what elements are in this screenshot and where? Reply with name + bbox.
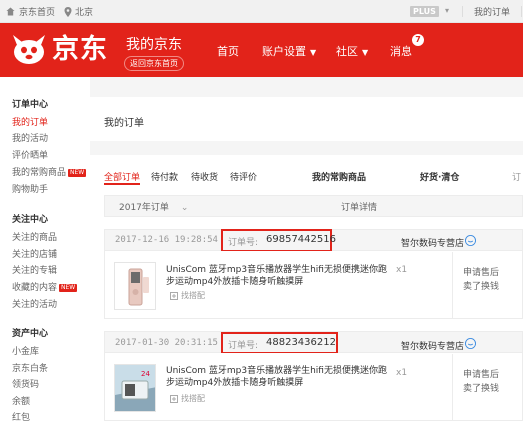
sell-for-cash-link[interactable]: 卖了换钱: [463, 279, 499, 292]
divider: [462, 6, 463, 17]
sidebar-item-shopping-assistant[interactable]: 购物助手: [12, 182, 48, 195]
chevron-down-icon[interactable]: ▾: [445, 6, 449, 15]
order-number-label: 订单号:: [228, 341, 259, 351]
find-match-link[interactable]: 找搭配: [170, 393, 205, 404]
shop-name[interactable]: 智尔数码专营店: [401, 236, 464, 249]
tab-pending-payment[interactable]: 待付款: [151, 170, 178, 183]
sell-for-cash-link[interactable]: 卖了换钱: [463, 381, 499, 394]
chevron-down-icon: ⌄: [180, 203, 189, 213]
quantity: x1: [396, 265, 408, 275]
active-tab-indicator: [104, 183, 140, 185]
mp3-player-image: 24: [115, 365, 155, 411]
nav-home[interactable]: 首页: [217, 43, 239, 59]
location-label: 北京: [75, 8, 94, 18]
year-filter-dropdown[interactable]: 2017年订单 ⌄: [119, 200, 188, 213]
sidebar-item-my-activities[interactable]: 我的活动: [12, 131, 48, 144]
sidebar-item-label: 收藏的内容: [12, 283, 58, 293]
product-thumbnail[interactable]: 24: [114, 364, 156, 412]
tab-frequent-products[interactable]: 我的常购商品: [312, 170, 366, 183]
sidebar-item-frequent-products[interactable]: 我的常购商品 NEW: [12, 165, 87, 178]
find-match-link[interactable]: 找搭配: [170, 290, 205, 301]
message-count-badge: 7: [412, 34, 424, 46]
order-date: 2017-12-16 19:28:54: [115, 235, 218, 245]
tab-pending-review[interactable]: 待评价: [230, 170, 257, 183]
divider: [452, 354, 453, 421]
my-order-link[interactable]: 我的订单: [474, 5, 510, 18]
page-title-panel: [90, 97, 523, 141]
chevron-down-icon: ▼: [310, 48, 317, 57]
find-match-label: 找搭配: [181, 394, 205, 403]
chat-icon[interactable]: [465, 235, 476, 246]
sidebar-item-saved-content[interactable]: 收藏的内容 NEW: [12, 280, 78, 293]
apply-after-sale-link[interactable]: 申请售后: [463, 367, 499, 380]
main-header: 京东 我的京东 返回京东首页 首页 账户设置 ▼ 社区 ▼ 消息 7: [0, 23, 523, 77]
nav-account-settings-label: 账户设置: [262, 45, 306, 58]
tab-clearance[interactable]: 好货·清仓: [420, 170, 459, 183]
order-number: 48823436212: [266, 337, 336, 348]
chevron-down-icon: ▼: [362, 48, 369, 57]
top-bar: 京东首页 北京 PLUS ▾ 我的订单: [0, 0, 523, 23]
chat-icon[interactable]: [465, 338, 476, 349]
jd-dog-mascot-icon: [13, 35, 45, 64]
sidebar-item-my-orders[interactable]: 我的订单: [12, 115, 48, 128]
location-selector[interactable]: 北京: [64, 5, 93, 18]
sidebar-item-label: 我的常购商品: [12, 168, 67, 178]
product-name[interactable]: UnisCom 蓝牙mp3音乐播放器学生hifi无损便携迷你跑步运动mp4外放插…: [166, 365, 391, 389]
home-link[interactable]: 京东首页: [6, 5, 55, 18]
mp3-player-image: [128, 268, 149, 306]
find-match-label: 找搭配: [181, 291, 205, 300]
product-thumbnail[interactable]: [114, 262, 156, 310]
nav-account-settings[interactable]: 账户设置 ▼: [262, 43, 316, 59]
match-icon: [170, 394, 178, 403]
sidebar-item-red-packet[interactable]: 红包: [12, 410, 30, 423]
my-jd-title[interactable]: 我的京东: [126, 34, 182, 54]
sidebar-section-title: 订单中心: [12, 100, 49, 110]
apply-after-sale-link[interactable]: 申请售后: [463, 265, 499, 278]
product-name[interactable]: UnisCom 蓝牙mp3音乐播放器学生hifi无损便携迷你跑步运动mp4外放插…: [166, 264, 391, 288]
sidebar-item-followed-events[interactable]: 关注的活动: [12, 297, 57, 310]
page-title: 我的订单: [104, 118, 144, 129]
sidebar-item-balance[interactable]: 余额: [12, 394, 30, 407]
jd-logo[interactable]: 京东: [9, 33, 108, 67]
tab-pending-receipt[interactable]: 待收货: [191, 170, 218, 183]
home-label: 京东首页: [19, 8, 56, 18]
svg-text:24: 24: [141, 370, 150, 378]
brand-name: 京东: [52, 34, 108, 65]
nav-messages-label: 消息: [390, 45, 412, 58]
year-filter-label: 2017年订单: [119, 203, 169, 213]
location-pin-icon: [64, 6, 72, 17]
divider: [521, 6, 522, 17]
nav-messages[interactable]: 消息: [390, 43, 412, 59]
quantity: x1: [396, 368, 408, 378]
plus-badge[interactable]: PLUS: [410, 6, 439, 17]
sidebar-item-followed-albums[interactable]: 关注的专辑: [12, 263, 57, 276]
sidebar-item-baitiao[interactable]: 京东白条: [12, 361, 48, 374]
home-icon: [6, 7, 15, 16]
tab-more[interactable]: 订: [512, 170, 521, 183]
new-badge: NEW: [59, 283, 78, 292]
nav-home-label: 首页: [217, 45, 239, 58]
nav-community-label: 社区: [336, 45, 358, 58]
order-date: 2017-01-30 20:31:15: [115, 338, 218, 348]
nav-community[interactable]: 社区 ▼: [336, 43, 368, 59]
sidebar-item-reviews[interactable]: 评价晒单: [12, 148, 48, 161]
tab-all-orders[interactable]: 全部订单: [104, 170, 140, 183]
match-icon: [170, 291, 178, 300]
order-details-column: 订单详情: [341, 203, 378, 213]
sidebar-section-title: 关注中心: [12, 215, 49, 225]
sidebar-item-followed-products[interactable]: 关注的商品: [12, 230, 57, 243]
shop-name[interactable]: 智尔数码专营店: [401, 339, 464, 352]
order-number: 69857442516: [266, 234, 336, 245]
back-home-button[interactable]: 返回京东首页: [124, 56, 184, 71]
order-number-label: 订单号:: [228, 238, 259, 248]
sidebar-item-vault[interactable]: 小金库: [12, 344, 39, 357]
divider: [452, 252, 453, 319]
sidebar-section-title: 资产中心: [12, 329, 49, 339]
sidebar-item-followed-shops[interactable]: 关注的店铺: [12, 247, 57, 260]
sidebar-item-pickup-code[interactable]: 领货码: [12, 377, 39, 390]
new-badge: NEW: [68, 168, 87, 177]
